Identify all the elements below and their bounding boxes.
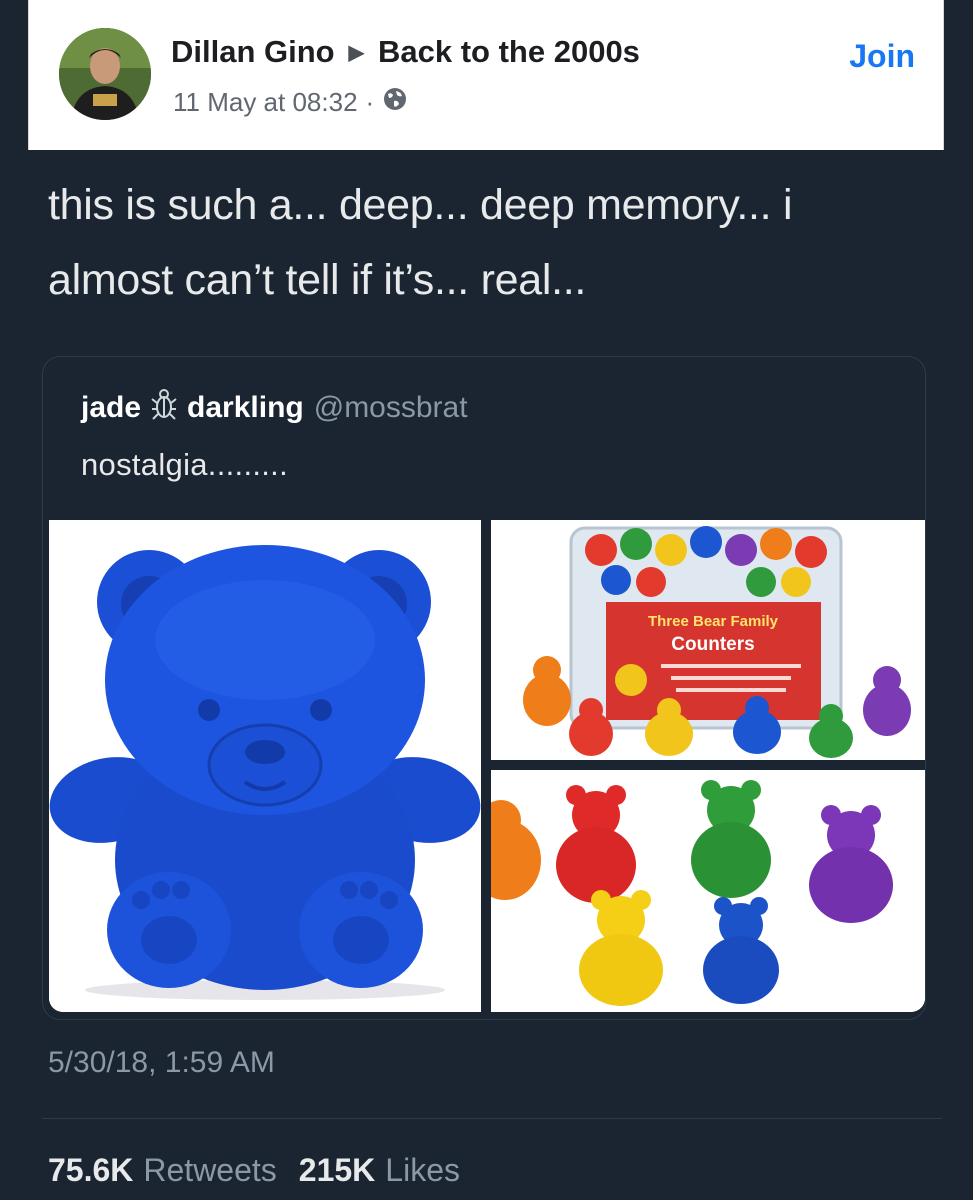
tweet-text-line: almost can’t tell if it’s... real... bbox=[48, 256, 587, 304]
post-timestamp[interactable]: 11 May at 08:32 bbox=[173, 87, 358, 118]
meta-separator: · bbox=[365, 87, 375, 117]
triangle-right-icon: ▶ bbox=[348, 41, 365, 64]
quoted-text: nostalgia......... bbox=[81, 447, 289, 482]
tweet-date[interactable]: 5/30/18, 1:59 AM bbox=[48, 1046, 275, 1080]
quoted-author: jade darkling @mossbrat bbox=[81, 387, 468, 429]
retweets-count[interactable]: 75.6K bbox=[48, 1152, 133, 1189]
post-title: Dillan Gino ▶ Back to the 2000s bbox=[171, 34, 640, 70]
beetle-icon bbox=[151, 387, 177, 429]
likes-label[interactable]: Likes bbox=[385, 1152, 460, 1189]
quoted-handle[interactable]: @mossbrat bbox=[314, 391, 468, 425]
globe-icon bbox=[382, 86, 408, 119]
tweet-stats: 75.6K Retweets 215K Likes bbox=[48, 1152, 460, 1189]
author-name[interactable]: Dillan Gino bbox=[171, 34, 335, 70]
divider bbox=[42, 1118, 942, 1119]
join-button[interactable]: Join bbox=[849, 38, 915, 75]
jar-label-brand: Three Bear Family bbox=[648, 613, 779, 630]
group-name[interactable]: Back to the 2000s bbox=[378, 34, 640, 70]
author-avatar[interactable] bbox=[59, 28, 151, 120]
colored-bears-photo[interactable] bbox=[491, 770, 925, 1012]
tweet-text-line: this is such a... deep... deep memory...… bbox=[48, 181, 793, 229]
tweet-text: this is such a... deep... deep memory...… bbox=[48, 168, 938, 318]
quoted-tweet[interactable]: jade darkling @mossbrat nostalgia.......… bbox=[42, 356, 926, 1020]
post-header: Dillan Gino ▶ Back to the 2000s 11 May a… bbox=[28, 0, 944, 150]
quoted-name-part: jade bbox=[81, 391, 142, 424]
retweets-label[interactable]: Retweets bbox=[143, 1152, 276, 1189]
bear-counters-jar-photo[interactable]: Three Bear Family Counters bbox=[491, 520, 925, 760]
jar-label-title: Counters bbox=[671, 634, 754, 655]
post-meta: 11 May at 08:32 · bbox=[173, 86, 408, 119]
photo-grid: Three Bear Family Counters bbox=[49, 520, 925, 1012]
likes-count[interactable]: 215K bbox=[299, 1152, 376, 1189]
blue-bear-photo[interactable] bbox=[49, 520, 481, 1012]
quoted-name-part: darkling bbox=[187, 391, 304, 424]
